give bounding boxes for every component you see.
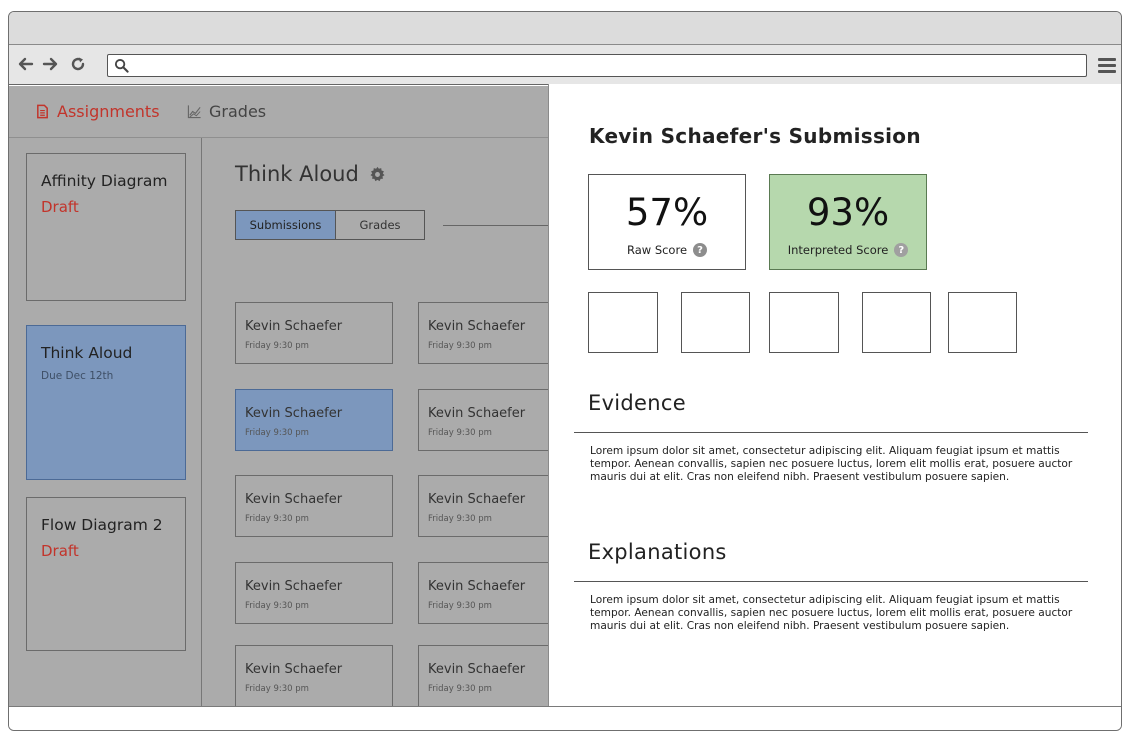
submission-card-selected[interactable]: Kevin Schaefer Friday 9:30 pm (235, 389, 393, 451)
submission-card[interactable]: Kevin Schaefer Friday 9:30 pm (235, 562, 393, 624)
submission-name: Kevin Schaefer (428, 579, 526, 594)
submission-time: Friday 9:30 pm (428, 341, 492, 351)
browser-toolbar (9, 45, 1121, 85)
tab-grades[interactable]: Grades (187, 102, 266, 121)
submission-time: Friday 9:30 pm (428, 684, 492, 694)
interpreted-score-label: Interpreted Score (787, 243, 889, 257)
assignment-card-flow-diagram-2[interactable]: Flow Diagram 2 Draft (26, 497, 186, 651)
placeholder-box (948, 292, 1017, 353)
interpreted-score-label-row: Interpreted Score ? (770, 243, 926, 257)
gear-icon[interactable] (369, 166, 386, 183)
interpreted-score-value: 93% (806, 191, 890, 234)
placeholder-box (862, 292, 931, 353)
interpreted-score-card: 93% Interpreted Score ? (769, 174, 927, 270)
help-icon[interactable]: ? (894, 243, 909, 257)
submission-name: Kevin Schaefer (245, 492, 343, 507)
raw-score-value: 57% (625, 191, 709, 234)
submission-time: Friday 9:30 pm (245, 428, 309, 438)
tab-assignments[interactable]: Assignments (35, 102, 160, 121)
page-title-text: Think Aloud (235, 162, 359, 186)
submissions-grades-toggle: Submissions Grades (235, 210, 425, 240)
address-bar[interactable] (107, 54, 1087, 77)
submission-card[interactable]: Kevin Schaefer Friday 9:30 pm (235, 475, 393, 537)
submission-name: Kevin Schaefer (245, 406, 343, 421)
explanations-heading: Explanations (588, 540, 727, 564)
evidence-text: Lorem ipsum dolor sit amet, consectetur … (590, 445, 1073, 484)
placeholder-box (769, 292, 839, 353)
submission-name: Kevin Schaefer (245, 579, 343, 594)
submission-time: Friday 9:30 pm (245, 514, 309, 524)
status-bar (9, 706, 1121, 730)
document-icon (37, 104, 48, 119)
forward-arrow-icon[interactable] (41, 55, 59, 73)
title-bar (9, 12, 1121, 45)
submission-time: Friday 9:30 pm (245, 601, 309, 611)
assignment-card-affinity-diagram[interactable]: Affinity Diagram Draft (26, 153, 186, 301)
assignment-status: Draft (41, 198, 79, 216)
assignment-title: Flow Diagram 2 (41, 516, 163, 534)
assignment-due-date: Due Dec 12th (41, 370, 114, 382)
top-nav: Assignments Grades (9, 86, 549, 138)
submission-name: Kevin Schaefer (428, 406, 526, 421)
explanations-text: Lorem ipsum dolor sit amet, consectetur … (590, 594, 1073, 633)
submission-card[interactable]: Kevin Schaefer Friday 9:30 pm (235, 645, 393, 707)
submission-name: Kevin Schaefer (245, 319, 343, 334)
submission-time: Friday 9:30 pm (428, 428, 492, 438)
tab-assignments-label: Assignments (57, 102, 160, 121)
back-arrow-icon[interactable] (17, 55, 35, 73)
raw-score-label-row: Raw Score ? (589, 243, 745, 257)
panel-title: Kevin Schaefer's Submission (589, 124, 921, 148)
submissions-area: Think Aloud Submissions Grades Kevin Sch… (203, 138, 576, 707)
submission-card[interactable]: Kevin Schaefer Friday 9:30 pm (235, 302, 393, 364)
line-chart-icon (187, 105, 201, 119)
submission-name: Kevin Schaefer (245, 662, 343, 677)
submission-time: Friday 9:30 pm (428, 601, 492, 611)
reload-icon[interactable] (69, 55, 87, 73)
divider (574, 432, 1088, 433)
evidence-heading: Evidence (588, 391, 686, 415)
assignment-list: Affinity Diagram Draft Think Aloud Due D… (9, 138, 202, 708)
raw-score-card: 57% Raw Score ? (588, 174, 746, 270)
assignment-title: Affinity Diagram (41, 172, 168, 190)
divider (443, 225, 549, 226)
tab-grades-label: Grades (209, 102, 267, 121)
submission-time: Friday 9:30 pm (245, 341, 309, 351)
submission-name: Kevin Schaefer (428, 319, 526, 334)
submission-name: Kevin Schaefer (428, 492, 526, 507)
page-title: Think Aloud (235, 162, 386, 186)
submission-name: Kevin Schaefer (428, 662, 526, 677)
browser-window: Assignments Grades Affinity Diagram Draf… (8, 11, 1122, 731)
submission-time: Friday 9:30 pm (245, 684, 309, 694)
assignment-card-think-aloud[interactable]: Think Aloud Due Dec 12th (26, 325, 186, 480)
raw-score-label: Raw Score (626, 243, 688, 257)
submission-time: Friday 9:30 pm (428, 514, 492, 524)
hamburger-menu-icon[interactable] (1097, 55, 1117, 75)
assignment-status: Draft (41, 542, 79, 560)
tab-grades-view[interactable]: Grades (336, 211, 424, 239)
help-icon[interactable]: ? (693, 243, 708, 257)
assignment-title: Think Aloud (41, 344, 133, 362)
search-icon (114, 58, 129, 73)
tab-submissions[interactable]: Submissions (236, 211, 336, 239)
placeholder-box (681, 292, 750, 353)
divider (574, 581, 1088, 582)
placeholder-box (588, 292, 658, 353)
submission-detail-panel: Kevin Schaefer's Submission 57% Raw Scor… (548, 84, 1121, 707)
